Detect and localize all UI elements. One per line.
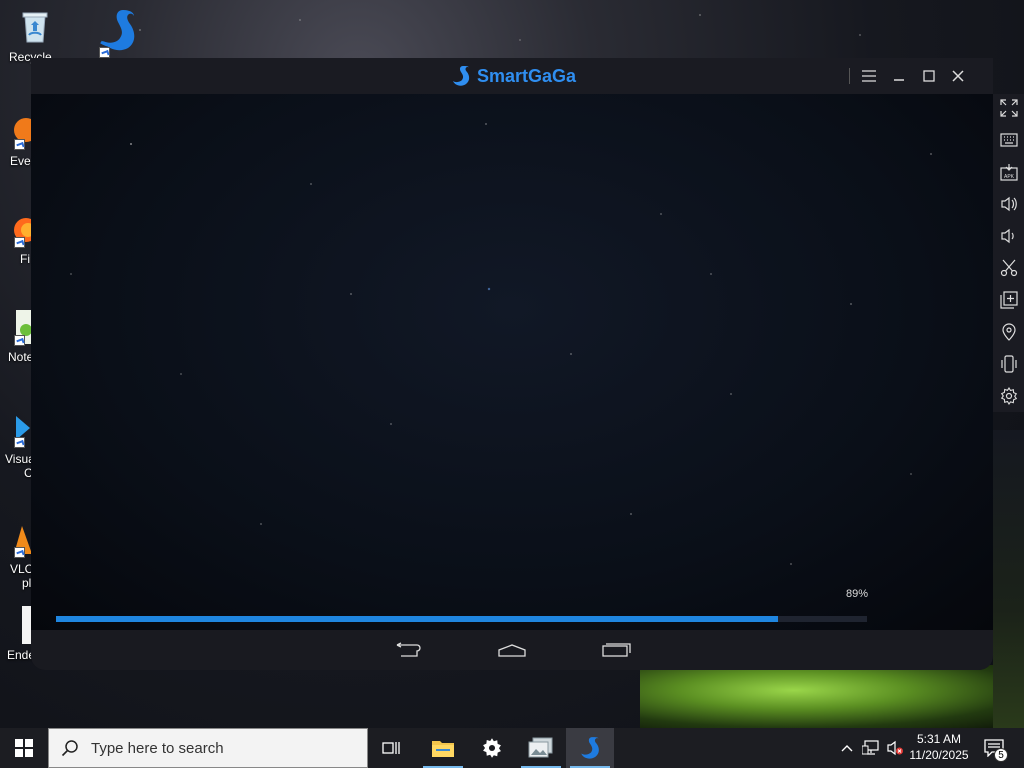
- loading-progress-label: 89%: [846, 588, 869, 600]
- desktop-icon-label: Note: [8, 350, 34, 364]
- apk-label: APK: [1004, 174, 1015, 180]
- start-button[interactable]: [0, 728, 48, 768]
- keyboard-icon[interactable]: [998, 129, 1020, 151]
- apk-install-icon[interactable]: APK: [998, 161, 1020, 183]
- desktop-icon-label: Fi: [20, 252, 30, 266]
- recent-apps-icon[interactable]: [601, 642, 631, 658]
- taskbar-settings[interactable]: [468, 728, 516, 768]
- firefox-icon: [0, 210, 38, 248]
- desktop-icon-visual-studio-code[interactable]: Visua C: [0, 410, 35, 480]
- menu-icon[interactable]: [858, 66, 880, 86]
- notification-count-badge: 5: [994, 748, 1008, 762]
- taskbar-clock[interactable]: 5:31 AM 11/20/2025: [905, 731, 973, 763]
- desktop-icon-ever[interactable]: Ever: [0, 112, 38, 168]
- splash-starfield: [31, 94, 993, 630]
- volume-up-icon[interactable]: [998, 193, 1020, 215]
- desktop-icon-enderman[interactable]: Enderm: [0, 604, 50, 662]
- close-icon[interactable]: [947, 66, 969, 86]
- emulator-screen[interactable]: 89%: [31, 94, 993, 630]
- window-brand: SmartGaGa: [451, 65, 576, 87]
- desktop-icon-label: Visua: [5, 452, 35, 466]
- action-center-button[interactable]: 5: [976, 728, 1012, 768]
- desktop-icon-label: Enderm: [7, 648, 50, 662]
- smartgaga-logo-icon: [453, 66, 470, 86]
- taskbar-photos[interactable]: [517, 728, 565, 768]
- wallpaper-edge: [993, 430, 1024, 730]
- desktop-icon-vlc[interactable]: VLC pl: [0, 520, 34, 590]
- loading-progress-fill: [56, 616, 778, 622]
- folder-icon: [432, 741, 454, 757]
- app-icon: [0, 112, 38, 150]
- vscode-icon: [0, 410, 32, 448]
- clock-time: 5:31 AM: [916, 732, 962, 746]
- task-view-button[interactable]: [368, 728, 416, 768]
- desktop-icon-notepad[interactable]: Note: [0, 308, 34, 364]
- location-icon[interactable]: [998, 321, 1020, 343]
- volume-down-icon[interactable]: [998, 225, 1020, 247]
- back-icon[interactable]: [393, 642, 423, 658]
- android-nav-bar: [31, 630, 993, 670]
- show-hidden-icons-button[interactable]: [838, 728, 856, 768]
- emulator-side-toolbar: APK: [993, 94, 1024, 412]
- maximize-icon[interactable]: [918, 66, 940, 86]
- fullscreen-icon[interactable]: [998, 97, 1020, 119]
- wallpaper-tent: [640, 665, 1024, 728]
- task-view-icon: [382, 742, 400, 754]
- taskbar: 5:31 AM 11/20/2025 5: [0, 728, 1024, 768]
- clock-date: 11/20/2025: [909, 748, 969, 762]
- taskbar-smartgaga[interactable]: [566, 728, 614, 768]
- desktop-icon-firefox[interactable]: Fi: [0, 210, 38, 266]
- shake-icon[interactable]: [998, 353, 1020, 375]
- desktop-icon-label: VLC: [10, 562, 34, 576]
- desktop-icon-smartgaga[interactable]: [86, 6, 148, 60]
- search-input[interactable]: [91, 739, 351, 757]
- home-icon[interactable]: [497, 642, 527, 658]
- multi-instance-icon[interactable]: [998, 289, 1020, 311]
- network-icon[interactable]: [860, 728, 882, 768]
- screenshot-cut-icon[interactable]: [998, 257, 1020, 279]
- search-icon: [61, 740, 78, 757]
- taskbar-file-explorer[interactable]: [419, 728, 467, 768]
- minimize-icon[interactable]: [888, 66, 910, 86]
- volume-muted-icon[interactable]: [884, 728, 906, 768]
- photos-icon: [528, 737, 553, 758]
- document-icon: [0, 604, 32, 644]
- desktop-icon-label-line2: C: [24, 466, 33, 480]
- chevron-up-icon: [841, 745, 853, 752]
- smartgaga-window: SmartGaGa 89%: [31, 58, 993, 670]
- desktop-icon-label: Ever: [10, 154, 35, 168]
- notepad-icon: [0, 308, 32, 346]
- smartgaga-swan-icon: [93, 6, 141, 58]
- taskbar-search-box[interactable]: [48, 728, 368, 768]
- windows-logo-icon: [15, 739, 33, 757]
- gear-icon: [483, 738, 501, 758]
- smartgaga-swan-icon: [581, 737, 599, 759]
- window-title: SmartGaGa: [477, 65, 577, 86]
- titlebar-separator: [849, 68, 850, 84]
- desktop-icon-recycle-bin[interactable]: Recycle: [4, 8, 66, 64]
- loading-progress-bar: [56, 616, 867, 622]
- recycle-bin-icon: [16, 8, 54, 46]
- settings-icon[interactable]: [998, 385, 1020, 407]
- desktop-icon-label-line2: pl: [22, 576, 32, 590]
- window-titlebar[interactable]: SmartGaGa: [31, 58, 993, 94]
- vlc-icon: [0, 520, 32, 558]
